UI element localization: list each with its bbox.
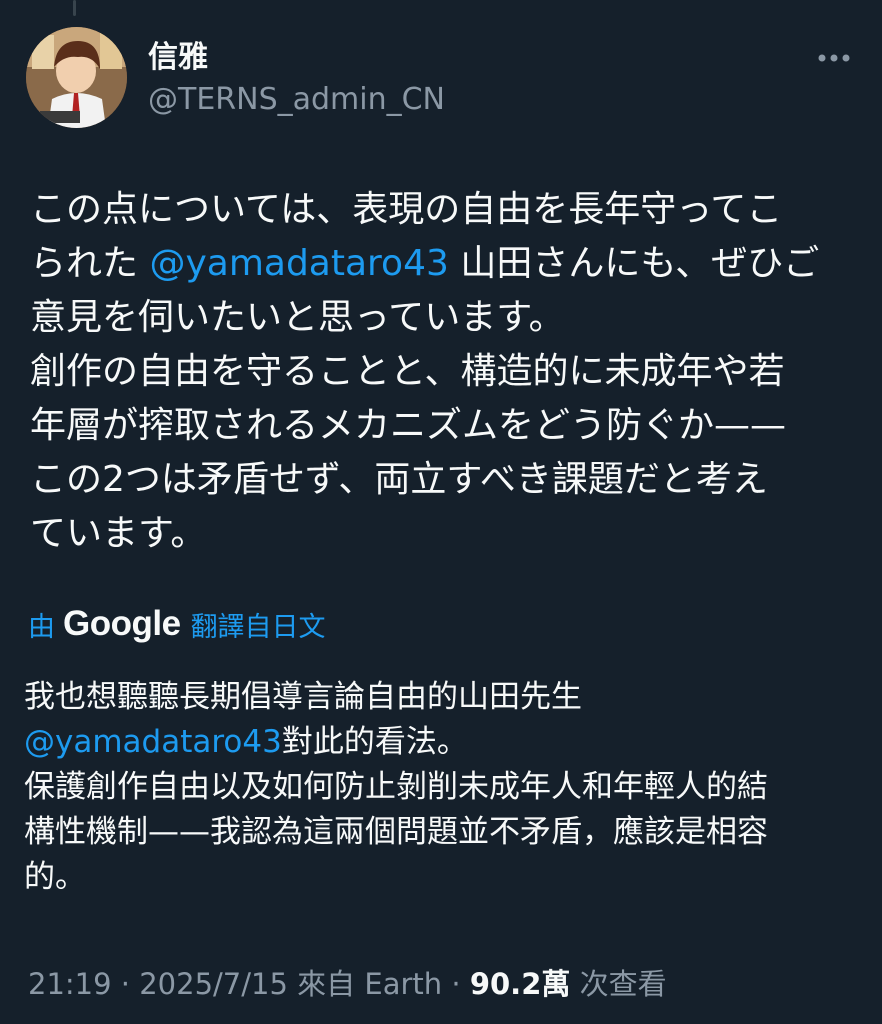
tweet-text-segment: 年層が搾取されるメカニズムをどう防ぐか—— <box>30 405 787 446</box>
google-logo: Google <box>63 604 181 643</box>
tweet-text-segment: 創作の自由を守ることと、構造的に未成年や若 <box>30 351 785 392</box>
tweet-line: ています。 <box>30 507 840 561</box>
tweet-line: られた @yamadataro43 山田さんにも、ぜひご <box>30 237 840 291</box>
more-button[interactable] <box>812 40 856 76</box>
views-label: 次查看 <box>579 967 667 1001</box>
mention-link[interactable]: @yamadataro43 <box>149 243 448 284</box>
tweet-metadata: 21:19 · 2025/7/15 來自 Earth · 90.2萬 次查看 <box>28 960 667 1008</box>
tweet-text-segment: この点については、表現の自由を長年守ってこ <box>30 189 783 230</box>
source-prefix: 來自 <box>297 967 356 1001</box>
tweet-line: この点については、表現の自由を長年守ってこ <box>30 183 840 237</box>
tweet-line: 創作の自由を守ることと、構造的に未成年や若 <box>30 345 840 399</box>
translated-line: 的。 <box>24 855 854 900</box>
thread-connector-line <box>73 0 76 16</box>
avatar-image <box>26 27 127 128</box>
tweet-source: Earth <box>364 967 443 1001</box>
author-handle[interactable]: @TERNS_admin_CN <box>148 80 445 120</box>
translated-line: 構性機制——我認為這兩個問題並不矛盾，應該是相容 <box>24 810 854 855</box>
translated-text: 我也想聽聽長期倡導言論自由的山田先生 @yamadataro43對此的看法。 保… <box>24 675 854 900</box>
tweet-line: 年層が搾取されるメカニズムをどう防ぐか—— <box>30 399 840 453</box>
translated-text-segment: 構性機制——我認為這兩個問題並不矛盾，應該是相容 <box>24 814 768 850</box>
tweet-text-segment: ています。 <box>30 513 207 554</box>
tweet-text-segment: 山田さんにも、ぜひご <box>448 243 820 284</box>
tweet-date[interactable]: 2025/7/15 <box>139 967 288 1001</box>
tweet-text-segment: 意見を伺いたいと思っています。 <box>30 297 565 338</box>
translated-line: @yamadataro43對此的看法。 <box>24 720 854 765</box>
tweet-text: この点については、表現の自由を長年守ってこ られた @yamadataro43 … <box>30 183 840 561</box>
tweet-line: この2つは矛盾せず、両立すべき課題だと考え <box>30 453 840 507</box>
translated-text-segment: 保護創作自由以及如何防止剝削未成年人和年輕人的結 <box>24 769 768 805</box>
mention-link[interactable]: @yamadataro43 <box>24 724 282 760</box>
translation-attribution: 由 Google 翻譯自日文 <box>28 598 326 650</box>
translated-by-label: 由 <box>28 611 55 643</box>
meta-separator: · <box>111 967 140 1001</box>
translated-from-link[interactable]: 翻譯自日文 <box>191 605 326 644</box>
author-display-name[interactable]: 信雅 <box>148 38 208 78</box>
more-horizontal-icon <box>818 54 850 62</box>
meta-separator: · <box>442 967 470 1001</box>
translated-text-segment: 我也想聽聽長期倡導言論自由的山田先生 <box>24 679 582 715</box>
translated-text-segment: 對此的看法。 <box>281 724 468 760</box>
views-count[interactable]: 90.2萬 <box>470 967 571 1001</box>
translated-text-segment: 的。 <box>24 859 86 895</box>
tweet-line: 意見を伺いたいと思っています。 <box>30 291 840 345</box>
tweet-text-segment: この2つは矛盾せず、両立すべき課題だと考え <box>30 459 768 500</box>
translated-line: 我也想聽聽長期倡導言論自由的山田先生 <box>24 675 854 720</box>
translated-line: 保護創作自由以及如何防止剝削未成年人和年輕人的結 <box>24 765 854 810</box>
avatar[interactable] <box>26 27 127 128</box>
tweet-text-segment: られた <box>30 243 150 284</box>
tweet-time[interactable]: 21:19 <box>28 967 112 1001</box>
